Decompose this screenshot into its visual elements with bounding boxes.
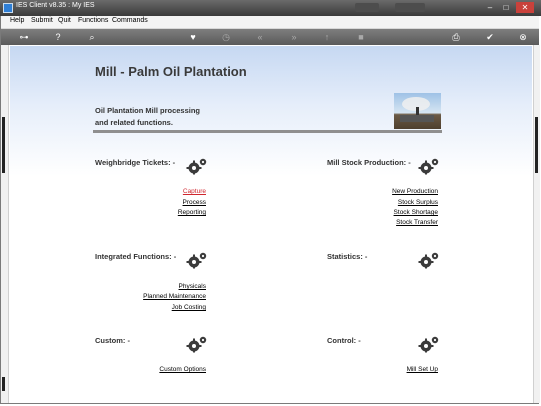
- link-stock-transfer[interactable]: Stock Transfer: [396, 219, 438, 226]
- menu-functions[interactable]: Functions: [78, 17, 108, 24]
- link-capture[interactable]: Capture: [183, 188, 206, 195]
- gear-icon[interactable]: [186, 335, 208, 353]
- section-control-title: Control: -: [327, 336, 361, 345]
- link-job-costing[interactable]: Job Costing: [172, 304, 206, 311]
- header-divider: [93, 130, 442, 133]
- gear-icon[interactable]: [418, 335, 440, 353]
- link-custom-options[interactable]: Custom Options: [159, 366, 206, 373]
- right-side-panel: [533, 45, 540, 403]
- section-stock-title: Mill Stock Production: -: [327, 158, 411, 167]
- toolbar: ⊶ ? ⌕ ♥ ◷ « » ↑ ■ ⎙ ✔ ⊗: [1, 29, 539, 45]
- link-reporting[interactable]: Reporting: [178, 209, 206, 216]
- content-panel: [10, 46, 532, 402]
- help-icon[interactable]: ?: [52, 31, 64, 43]
- heart-icon[interactable]: ♥: [187, 31, 199, 43]
- intro-line-1: Oil Plantation Mill processing: [95, 106, 201, 115]
- maximize-button[interactable]: □: [500, 2, 512, 13]
- stop-icon[interactable]: ■: [355, 31, 367, 43]
- section-weighbridge-title: Weighbridge Tickets: -: [95, 158, 176, 167]
- link-process[interactable]: Process: [183, 199, 206, 206]
- close-window-button[interactable]: ✕: [516, 2, 534, 13]
- page-title: Mill - Palm Oil Plantation: [95, 64, 247, 79]
- link-mill-set-up[interactable]: Mill Set Up: [407, 366, 438, 373]
- titlebar-item: [355, 3, 379, 12]
- window-title: IES Client v8.35 : My IES: [16, 2, 95, 9]
- left-side-panel: [1, 45, 9, 403]
- gear-icon[interactable]: [418, 251, 440, 269]
- upload-icon[interactable]: ↑: [321, 31, 333, 43]
- ok-icon[interactable]: ✔: [484, 31, 496, 43]
- gear-icon[interactable]: [418, 157, 440, 175]
- link-planned-maintenance[interactable]: Planned Maintenance: [143, 293, 206, 300]
- minimize-button[interactable]: –: [484, 2, 496, 13]
- page-intro: Oil Plantation Mill processing and relat…: [95, 105, 295, 129]
- right-splitter[interactable]: [535, 117, 538, 173]
- section-custom-title: Custom: -: [95, 336, 130, 345]
- forward-icon[interactable]: »: [288, 31, 300, 43]
- link-new-production[interactable]: New Production: [392, 188, 438, 195]
- close-icon[interactable]: ⊗: [517, 31, 529, 43]
- link-stock-surplus[interactable]: Stock Surplus: [398, 199, 438, 206]
- title-bar: IES Client v8.35 : My IES – □ ✕: [0, 0, 541, 16]
- titlebar-item: [395, 3, 425, 12]
- key-icon[interactable]: ⊶: [14, 31, 34, 43]
- left-splitter[interactable]: [2, 117, 5, 173]
- gear-icon[interactable]: [186, 251, 208, 269]
- section-statistics-title: Statistics: -: [327, 252, 368, 261]
- search-icon[interactable]: ⌕: [86, 31, 98, 43]
- menu-submit[interactable]: Submit: [31, 17, 53, 24]
- left-marker: [2, 377, 5, 391]
- link-stock-shortage[interactable]: Stock Shortage: [394, 209, 438, 216]
- menu-bar: Help Submit Quit Functions Commands: [1, 16, 539, 29]
- mill-photo: [394, 93, 441, 129]
- menu-quit[interactable]: Quit: [58, 17, 71, 24]
- link-physicals[interactable]: Physicals: [179, 283, 206, 290]
- print-icon[interactable]: ⎙: [450, 31, 462, 43]
- section-integrated-title: Integrated Functions: -: [95, 252, 177, 261]
- intro-line-2: and related functions.: [95, 118, 173, 127]
- gear-icon[interactable]: [186, 157, 208, 175]
- back-icon[interactable]: «: [254, 31, 266, 43]
- menu-commands[interactable]: Commands: [112, 17, 148, 24]
- app-icon: [3, 3, 13, 13]
- photo-building: [400, 115, 434, 122]
- clock-icon[interactable]: ◷: [220, 31, 232, 43]
- menu-help[interactable]: Help: [10, 17, 24, 24]
